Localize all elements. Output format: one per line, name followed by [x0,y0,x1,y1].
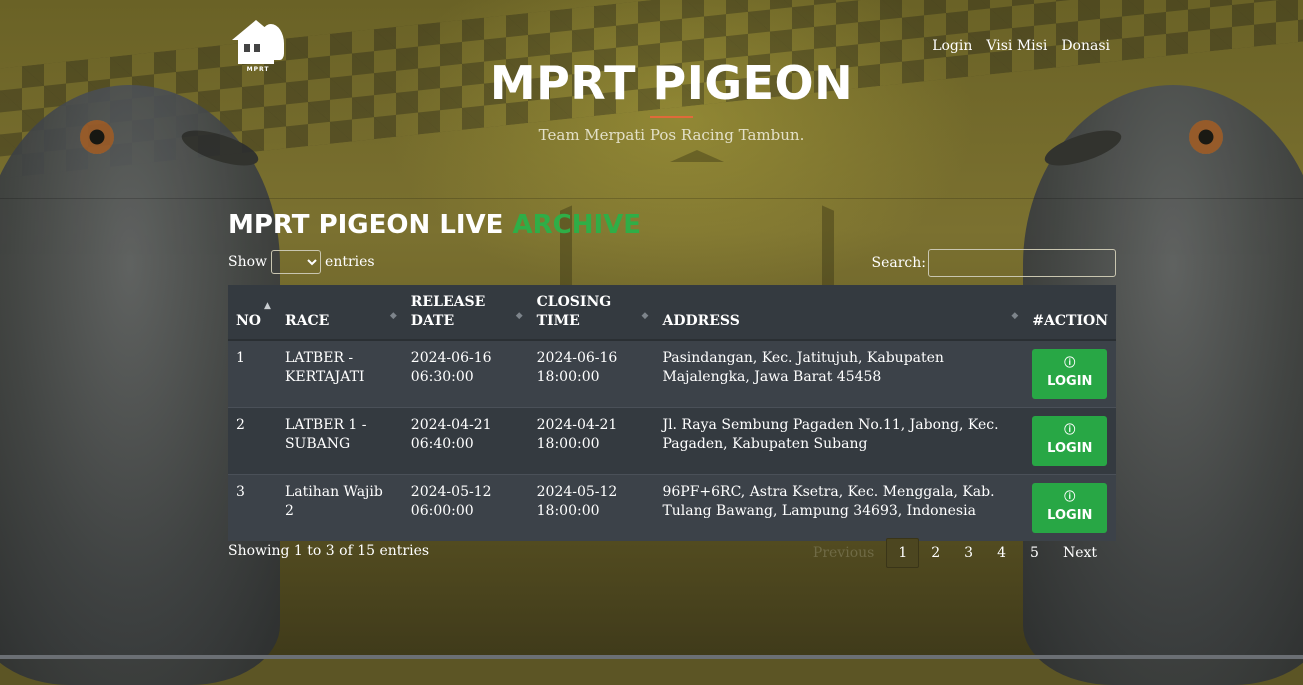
logo-pigeon [260,24,284,60]
section-title: MPRT PIGEON LIVE ARCHIVE [228,210,641,240]
info-icon: ⓘ [1064,490,1076,503]
cell-closing-time: 2024-05-12 18:00:00 [528,474,655,541]
pagination-next[interactable]: Next [1051,539,1109,567]
table-info: Showing 1 to 3 of 15 entries [228,543,430,559]
table-header-row: NO ▲ RACE ◆ RELEASE DATE ◆ CLOSING TIME ◆ AD… [228,285,1116,341]
bottom-edge [0,655,1303,659]
nav-login-link[interactable]: Login [932,38,972,54]
table-row: 3 Latihan Wajib 2 2024-05-12 06:00:00 20… [228,474,1116,541]
pagination: Previous 1 2 3 4 5 Next [801,538,1109,568]
pagination-page-3[interactable]: 3 [952,539,985,567]
cell-race: LATBER 1 - SUBANG [276,407,403,475]
section-title-main: MPRT PIGEON LIVE [228,210,504,240]
pagination-page-5[interactable]: 5 [1018,539,1051,567]
login-button[interactable]: ⓘ LOGIN [1032,349,1108,399]
cell-race: LATBER - KERTAJATI [276,339,403,408]
cell-address: Jl. Raya Sembung Pagaden No.11, Jabong, … [654,407,1025,475]
table-row: 2 LATBER 1 - SUBANG 2024-04-21 06:40:00 … [228,407,1116,475]
search-label: Search: [871,255,927,271]
entries-length-control: Show entries [228,250,375,274]
pagination-page-1[interactable]: 1 [886,538,920,568]
nav-donasi-link[interactable]: Donasi [1061,38,1110,54]
login-button[interactable]: ⓘ LOGIN [1032,416,1108,466]
title-underline [650,116,693,118]
column-header-race[interactable]: RACE ◆ [276,285,403,341]
cell-no: 2 [228,407,277,475]
pagination-page-2[interactable]: 2 [919,539,952,567]
cell-release-date: 2024-06-16 06:30:00 [402,339,529,408]
sort-asc-icon: ▲ [264,301,271,311]
login-button[interactable]: ⓘ LOGIN [1032,483,1108,533]
cell-no: 3 [228,474,277,541]
column-header-release-date[interactable]: RELEASE DATE ◆ [402,285,529,341]
site-title: MPRT PIGEON [489,56,854,110]
sort-icon: ◆ [389,311,397,321]
logo-window [244,44,250,52]
section-title-accent: ARCHIVE [512,210,642,240]
cell-race: Latihan Wajib 2 [276,474,403,541]
nav-visi-misi-link[interactable]: Visi Misi [986,38,1047,54]
show-label: Show [228,254,268,270]
sort-icon: ◆ [515,311,523,321]
sort-icon: ◆ [1011,311,1019,321]
entries-label: entries [325,254,375,270]
sort-icon: ◆ [641,311,649,321]
search-input[interactable] [928,249,1116,277]
cell-no: 1 [228,339,277,408]
site-tagline: Team Merpati Pos Racing Tambun. [538,126,805,144]
column-header-no[interactable]: NO ▲ [228,285,277,341]
cell-address: 96PF+6RC, Astra Ksetra, Kec. Menggala, K… [654,474,1025,541]
divider [0,198,1303,199]
archive-table: NO ▲ RACE ◆ RELEASE DATE ◆ CLOSING TIME ◆ AD… [228,285,1116,541]
pagination-previous[interactable]: Previous [801,539,886,567]
column-header-closing-time[interactable]: CLOSING TIME ◆ [528,285,655,341]
cell-address: Pasindangan, Kec. Jatitujuh, Kabupaten M… [654,339,1025,408]
cell-release-date: 2024-04-21 06:40:00 [402,407,529,475]
entries-select[interactable] [271,250,322,274]
column-header-address[interactable]: ADDRESS ◆ [654,285,1025,341]
info-icon: ⓘ [1064,356,1076,369]
cell-closing-time: 2024-04-21 18:00:00 [528,407,655,475]
cell-release-date: 2024-05-12 06:00:00 [402,474,529,541]
info-icon: ⓘ [1064,423,1076,436]
column-header-action[interactable]: #ACTION [1024,285,1116,341]
cell-action: ⓘ LOGIN [1024,474,1116,541]
pagination-page-4[interactable]: 4 [985,539,1018,567]
cell-action: ⓘ LOGIN [1024,407,1116,475]
cell-closing-time: 2024-06-16 18:00:00 [528,339,655,408]
search-control: Search: [871,249,1116,277]
table-row: 1 LATBER - KERTAJATI 2024-06-16 06:30:00… [228,339,1116,408]
top-nav: Login Visi Misi Donasi [932,38,1110,54]
cell-action: ⓘ LOGIN [1024,339,1116,408]
